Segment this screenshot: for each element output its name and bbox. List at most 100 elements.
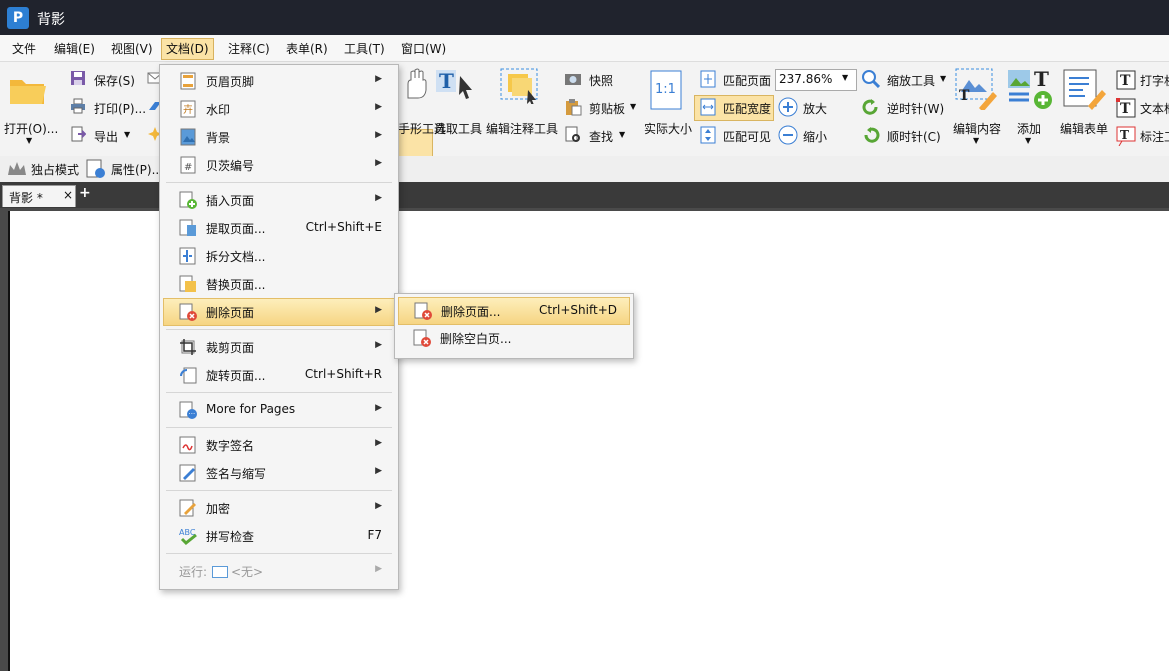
- rotate-cw-icon[interactable]: [862, 126, 880, 143]
- select-tool-button[interactable]: 选取工具: [434, 120, 482, 137]
- edit-content-icon[interactable]: T: [955, 68, 997, 112]
- menu-comment[interactable]: 注释(C): [224, 39, 274, 59]
- submenu-arrow-icon: ▶: [375, 466, 382, 476]
- typewriter-button[interactable]: 打字机: [1140, 72, 1169, 89]
- printer-icon[interactable]: [70, 98, 86, 114]
- submenu-arrow-icon: ▶: [375, 340, 382, 350]
- zoom-dropdown-icon[interactable]: ▼: [842, 73, 848, 82]
- submenu-arrow-icon: ▶: [375, 130, 382, 140]
- menu-separator: [166, 392, 392, 393]
- submenu-item-label: 删除页面...: [441, 305, 501, 319]
- camera-icon[interactable]: [564, 70, 581, 86]
- menu-item-rotate-pages[interactable]: 旋转页面... Ctrl+Shift+R: [164, 362, 394, 388]
- edit-content-button[interactable]: 编辑内容: [953, 120, 1001, 137]
- menu-item-replace-pages[interactable]: 替换页面...: [164, 271, 394, 297]
- clipboard-icon[interactable]: [564, 98, 582, 116]
- menu-form[interactable]: 表单(R): [282, 39, 332, 59]
- menu-item-delete-pages[interactable]: 删除页面 ▶: [163, 298, 395, 326]
- zoom-tool-button[interactable]: 缩放工具: [887, 72, 935, 89]
- callout-button[interactable]: 标注工具: [1140, 128, 1169, 145]
- fit-page-icon[interactable]: [699, 70, 716, 88]
- fit-page-button[interactable]: 匹配页面: [723, 72, 771, 89]
- rotate-cw-button[interactable]: 顺时针(C): [887, 128, 941, 145]
- svg-text:T: T: [1120, 73, 1131, 89]
- export-button[interactable]: 导出: [94, 128, 118, 145]
- menu-edit[interactable]: 编辑(E): [50, 39, 99, 59]
- window-title: 背影: [37, 12, 65, 28]
- save-icon[interactable]: [70, 70, 86, 86]
- submenu-arrow-icon: ▶: [375, 305, 382, 315]
- menu-file[interactable]: 文件: [8, 39, 40, 59]
- menu-document[interactable]: 文档(D): [161, 38, 214, 60]
- open-folder-icon[interactable]: [8, 72, 46, 106]
- submenu-item-delete-blank-pages[interactable]: 删除空白页...: [398, 325, 628, 351]
- zoom-tool-icon[interactable]: [862, 70, 881, 89]
- edit-form-icon[interactable]: [1062, 68, 1106, 110]
- typewriter-icon[interactable]: T: [1116, 70, 1136, 90]
- exclusive-mode-button[interactable]: 独占模式: [31, 161, 79, 178]
- snapshot-button[interactable]: 快照: [589, 72, 613, 89]
- print-button[interactable]: 打印(P)...: [94, 100, 146, 117]
- add-dropdown-icon[interactable]: ▼: [1025, 136, 1031, 145]
- add-content-icon[interactable]: T: [1007, 67, 1052, 109]
- menu-item-header-footer[interactable]: 页眉页脚 ▶: [164, 68, 394, 94]
- svg-text:T: T: [1120, 101, 1131, 117]
- new-tab-icon[interactable]: +: [79, 185, 91, 201]
- properties-button[interactable]: 属性(P)...: [111, 161, 163, 178]
- clipboard-dropdown-icon[interactable]: ▼: [630, 102, 636, 111]
- delete-page-icon: [414, 302, 432, 320]
- menu-tools[interactable]: 工具(T): [340, 39, 389, 59]
- close-tab-icon[interactable]: ×: [63, 188, 73, 202]
- open-dropdown-icon[interactable]: ▼: [26, 136, 32, 145]
- actual-size-button[interactable]: 实际大小: [644, 120, 692, 137]
- menu-shortcut: Ctrl+Shift+E: [305, 220, 382, 234]
- open-button[interactable]: 打开(O)...: [4, 120, 58, 137]
- rotate-ccw-button[interactable]: 逆时针(W): [887, 100, 944, 117]
- export-dropdown-icon[interactable]: ▼: [124, 130, 130, 139]
- menu-item-background[interactable]: 背景 ▶: [164, 124, 394, 150]
- find-button[interactable]: 查找: [589, 128, 613, 145]
- save-button[interactable]: 保存(S): [94, 72, 135, 89]
- menu-item-label: 旋转页面...: [206, 369, 266, 383]
- textbox-button[interactable]: 文本框: [1140, 100, 1169, 117]
- svg-text:···: ···: [189, 410, 196, 418]
- export-icon[interactable]: [70, 126, 87, 142]
- find-dropdown-icon[interactable]: ▼: [619, 130, 625, 139]
- menu-view[interactable]: 视图(V): [107, 39, 157, 59]
- submenu-item-delete-pages[interactable]: 删除页面... Ctrl+Shift+D: [398, 297, 630, 325]
- menu-item-watermark[interactable]: 卉 水印 ▶: [164, 96, 394, 122]
- zoom-tool-dropdown-icon[interactable]: ▼: [940, 74, 946, 83]
- menu-item-more-for-pages[interactable]: ··· More for Pages ▶: [164, 397, 394, 423]
- textbox-icon[interactable]: T: [1116, 98, 1136, 118]
- document-tab[interactable]: 背影 * ×: [2, 185, 76, 207]
- select-text-icon[interactable]: T: [436, 68, 472, 102]
- add-button[interactable]: 添加: [1017, 120, 1041, 137]
- zoom-in-button[interactable]: 放大: [803, 100, 827, 117]
- menu-window[interactable]: 窗口(W): [397, 39, 450, 59]
- fit-visible-icon[interactable]: [699, 126, 716, 144]
- menu-item-bates-numbering[interactable]: # 贝茨编号 ▶: [164, 152, 394, 178]
- clipboard-button[interactable]: 剪贴板: [589, 100, 625, 117]
- menu-item-encrypt[interactable]: 加密 ▶: [164, 495, 394, 521]
- callout-icon[interactable]: T: [1116, 126, 1136, 147]
- edit-form-button[interactable]: 编辑表单: [1060, 120, 1108, 137]
- fit-visible-button[interactable]: 匹配可见: [723, 128, 771, 145]
- menu-item-crop-pages[interactable]: 裁剪页面 ▶: [164, 334, 394, 360]
- menu-item-split-document[interactable]: 拆分文档...: [164, 243, 394, 269]
- zoom-select[interactable]: 237.86% ▼: [775, 69, 857, 91]
- delete-pages-submenu: 删除页面... Ctrl+Shift+D 删除空白页...: [394, 293, 634, 359]
- rotate-ccw-icon[interactable]: [862, 98, 878, 115]
- menu-item-spell-check[interactable]: ABC 拼写检查 F7: [164, 523, 394, 549]
- menu-item-sign-initials[interactable]: 签名与缩写 ▶: [164, 460, 394, 486]
- menu-item-label: 数字签名: [206, 439, 255, 453]
- zoom-in-icon[interactable]: [778, 97, 798, 117]
- zoom-out-button[interactable]: 缩小: [803, 128, 827, 145]
- edit-content-dropdown-icon[interactable]: ▼: [973, 136, 979, 145]
- menu-item-digital-signature[interactable]: 数字签名 ▶: [164, 432, 394, 458]
- edit-annotation-icon[interactable]: [500, 68, 538, 106]
- zoom-out-icon[interactable]: [778, 125, 798, 145]
- menu-item-extract-pages[interactable]: 提取页面... Ctrl+Shift+E: [164, 215, 394, 241]
- find-icon[interactable]: [564, 126, 580, 142]
- menu-item-insert-pages[interactable]: 插入页面 ▶: [164, 187, 394, 213]
- edit-annotation-tool-button[interactable]: 编辑注释工具: [486, 120, 558, 137]
